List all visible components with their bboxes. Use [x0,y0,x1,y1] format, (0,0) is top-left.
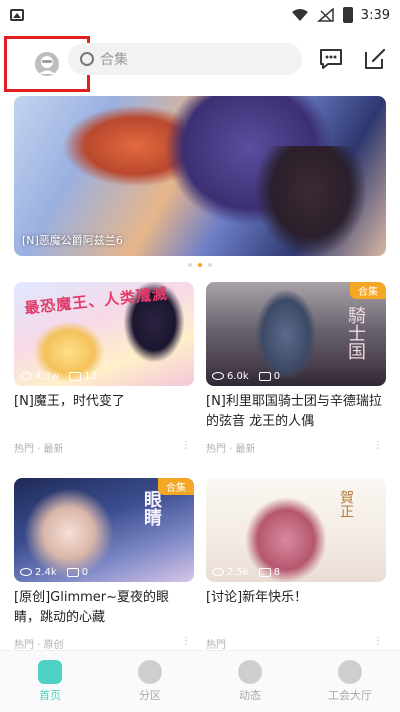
post-stats: 2.5k 8 [212,567,280,578]
post-card[interactable]: 眼睛 合集 2.4k 0 [原创]Glimmer~夏夜的眼睛，跳动的心藏 热門 … [14,478,194,651]
nav-home[interactable]: 首页 [0,651,100,712]
nav-home-label: 首页 [39,689,61,702]
post-card[interactable]: 騎士国 合集 6.0k 0 [N]利里耶国骑士团与辛德瑞拉的弦音 龙王的人偶 热… [206,282,386,455]
more-options-icon[interactable]: ⋮ [373,636,383,651]
view-count: 2.5k [212,567,249,578]
edit-icon[interactable] [362,46,388,72]
message-icon[interactable] [318,46,344,72]
banner-art [256,146,366,256]
comment-icon [69,371,82,381]
nav-activity-label: 动态 [239,689,261,702]
post-title[interactable]: [N]魔王，时代变了 [14,392,194,432]
view-count: 4.3w [20,371,59,382]
pagination-dot-active[interactable] [198,263,202,267]
post-title[interactable]: [N]利里耶国骑士团与辛德瑞拉的弦音 龙王的人偶 [206,392,386,432]
collection-tag: 合集 [158,478,194,495]
more-options-icon[interactable]: ⋮ [181,440,191,455]
battery-icon [342,7,353,23]
post-stats: 2.4k 0 [20,567,88,578]
banner-caption: [N]恶魔公爵阿兹兰6 [22,234,123,247]
post-meta-text: 热門 [206,640,226,651]
post-cover[interactable]: 騎士国 合集 6.0k 0 [206,282,386,386]
status-right: 3:39 [291,7,390,23]
pagination-dot[interactable] [208,263,212,267]
view-count-value: 2.4k [35,567,57,578]
comment-count: 12 [69,371,97,382]
post-meta-text: 热門 · 最新 [206,444,256,455]
search-placeholder: 合集 [100,52,128,68]
eye-icon [20,372,32,380]
comment-count: 8 [258,567,281,578]
activity-icon [238,660,262,684]
search-icon [80,52,94,66]
view-count-value: 2.5k [227,567,249,578]
comment-count-value: 8 [273,567,281,578]
comment-icon [258,371,271,381]
eye-icon [212,372,224,380]
post-cover[interactable]: 眼睛 合集 2.4k 0 [14,478,194,582]
bottom-navigation: 首页 分区 动态 工会大厅 [0,650,400,712]
post-card[interactable]: 最恐魔王、人类殲滅 4.3w 12 [N]魔王，时代变了 热門 · 最新 ⋮ [14,282,194,455]
nav-categories[interactable]: 分区 [100,651,200,712]
top-header: 合集 [0,36,400,92]
post-meta: 热門 · 最新 ⋮ [14,440,194,455]
banner-pagination [0,263,400,267]
wifi-icon [291,9,308,21]
no-signal-icon [316,8,334,22]
view-count: 2.4k [20,567,57,578]
cover-text: 騎士国 [345,306,366,360]
comment-icon [66,567,79,577]
eye-icon [20,568,32,576]
cover-art [256,290,316,380]
nav-guild-hall-label: 工会大厅 [328,689,372,702]
categories-icon [138,660,162,684]
more-options-icon[interactable]: ⋮ [181,636,191,651]
post-meta: 热門 ⋮ [206,636,386,651]
post-card[interactable]: 賀正 2.5k 8 [讨论]新年快乐！ 热門 ⋮ [206,478,386,651]
post-cover[interactable]: 賀正 2.5k 8 [206,478,386,582]
nav-categories-label: 分区 [139,689,161,702]
post-stats: 4.3w 12 [20,371,97,382]
view-count-value: 6.0k [227,371,249,382]
comment-count-value: 12 [84,371,97,382]
cover-text: 賀正 [338,490,354,518]
search-bar[interactable]: 合集 [68,43,302,75]
pagination-dot[interactable] [188,263,192,267]
view-count-value: 4.3w [35,371,60,382]
post-stats: 6.0k 0 [212,371,280,382]
post-meta: 热門 · 原创 ⋮ [14,636,194,651]
nav-guild-hall[interactable]: 工会大厅 [300,651,400,712]
nav-activity[interactable]: 动态 [200,651,300,712]
post-title[interactable]: [原创]Glimmer~夏夜的眼睛，跳动的心藏 [14,588,194,628]
cover-text: 眼睛 [141,490,162,526]
status-time: 3:39 [360,7,390,23]
comment-count-value: 0 [81,567,89,578]
cover-art [24,488,114,578]
status-bar: 3:39 [0,0,400,30]
post-meta-text: 热門 · 原创 [14,640,64,651]
comment-icon [258,567,271,577]
comment-count: 0 [258,371,281,382]
home-icon [38,660,62,684]
comment-count: 0 [66,567,89,578]
collection-tag: 合集 [350,282,386,299]
post-cover[interactable]: 最恐魔王、人类殲滅 4.3w 12 [14,282,194,386]
comment-count-value: 0 [273,371,281,382]
view-count: 6.0k [212,371,249,382]
post-meta: 热門 · 最新 ⋮ [206,440,386,455]
post-title[interactable]: [讨论]新年快乐！ [206,588,386,628]
eye-icon [212,568,224,576]
featured-banner[interactable]: [N]恶魔公爵阿兹兰6 [14,96,386,256]
avatar-icon [35,52,59,76]
more-options-icon[interactable]: ⋮ [373,440,383,455]
post-meta-text: 热門 · 最新 [14,444,64,455]
guild-hall-icon [338,660,362,684]
image-notification-icon [10,9,24,21]
